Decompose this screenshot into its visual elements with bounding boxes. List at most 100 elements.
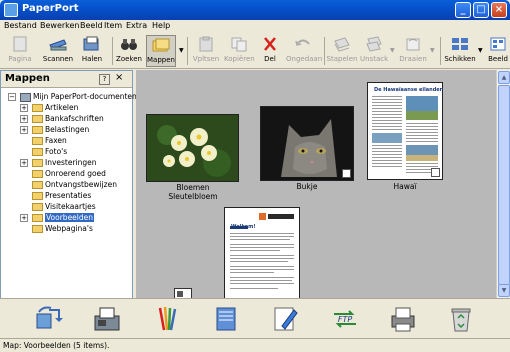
vertical-scrollbar[interactable]: ▲ ▼ — [496, 70, 510, 298]
folder-icon — [32, 181, 43, 189]
tree-item-presentaties[interactable]: Presentaties — [32, 191, 91, 202]
send-to-recycle-icon[interactable] — [446, 304, 476, 334]
toolbar-folders-button[interactable]: Mappen — [146, 35, 176, 67]
arrange-dropdown-arrow[interactable]: ▼ — [478, 47, 483, 54]
toolbar-get-button[interactable]: Halen — [78, 35, 106, 67]
send-to-editor-icon[interactable] — [270, 304, 300, 334]
toolbar-stack-button[interactable]: Stapelen — [326, 35, 358, 67]
rotate-dropdown-arrow[interactable]: ▼ — [430, 47, 435, 54]
maximize-button[interactable]: □ — [473, 2, 489, 18]
rotate-icon — [406, 38, 420, 51]
caption-hawaii: Hawaï — [393, 182, 417, 191]
tree-item-artikelen[interactable]: + Artikelen — [20, 103, 78, 114]
send-to-paint-icon[interactable] — [152, 304, 182, 334]
menu-extra[interactable]: Extra — [126, 21, 147, 30]
send-to-notes-icon[interactable] — [211, 304, 241, 334]
collapse-toggle[interactable]: − — [8, 93, 16, 101]
document-thumbnail-bloemen[interactable] — [146, 114, 239, 182]
folder-icon — [32, 203, 43, 211]
file-type-badge-icon — [431, 168, 440, 177]
status-bar: Map: Voorbeelden (5 items). — [0, 338, 510, 352]
caption-bukje: Bukje — [296, 182, 318, 191]
caption-sleutelbloem: Sleutelbloem — [168, 192, 218, 201]
paperport-app-icon — [4, 3, 18, 17]
menu-bestand[interactable]: Bestand — [4, 21, 37, 30]
paste-icon — [199, 36, 213, 52]
expand-toggle[interactable]: + — [20, 126, 28, 134]
menu-item[interactable]: Item — [104, 21, 122, 30]
svg-text:FTP: FTP — [338, 315, 352, 324]
menu-beeld[interactable]: Beeld — [80, 21, 103, 30]
tree-item-investeringen[interactable]: + Investeringen — [20, 158, 97, 169]
tree-item-ontvangstbewijzen[interactable]: Ontvangstbewijzen — [32, 180, 117, 191]
toolbar-separator — [324, 37, 325, 65]
send-to-bar: FTP — [0, 298, 510, 338]
tree-item-webpaginas[interactable]: Webpagina's — [32, 224, 93, 235]
folders-pane-title: Mappen — [5, 73, 50, 84]
toolbar-delete-button[interactable]: Del — [258, 35, 282, 67]
view-icon — [490, 37, 506, 51]
toolbar-page-button[interactable]: Pagina — [6, 35, 34, 67]
undo-icon — [295, 39, 310, 46]
tree-item-voorbeelden[interactable]: + Voorbeelden — [20, 213, 95, 224]
tree-item-onroerend-goed[interactable]: Onroerend goed — [32, 169, 106, 180]
tree-item-fotos[interactable]: Foto's — [32, 147, 67, 158]
stack-preview — [177, 291, 183, 297]
page-icon — [13, 36, 27, 52]
document-desktop[interactable]: Bloemen Sleutelbloem Bukje De Hawaïaanse… — [136, 70, 496, 300]
expand-toggle[interactable]: + — [20, 115, 28, 123]
toolbar-copy-button[interactable]: Kopiëren — [224, 35, 255, 67]
scroll-up-arrow[interactable]: ▲ — [498, 71, 510, 84]
send-to-printer-icon[interactable] — [388, 304, 418, 334]
scroll-down-arrow[interactable]: ▼ — [498, 284, 510, 297]
tree-item-visitekaartjes[interactable]: Visitekaartjes — [32, 202, 96, 213]
send-to-ftp-icon[interactable]: FTP — [330, 304, 360, 334]
toolbar: Pagina Scannen Halen Zoeken Mappen ▼ Vpl… — [0, 33, 510, 69]
welcome-heading: Welkom! — [231, 224, 256, 230]
toolbar-arrange-button[interactable]: Schikken — [444, 35, 476, 67]
send-to-fax-icon[interactable] — [92, 304, 122, 334]
minimize-button[interactable]: _ — [455, 2, 471, 18]
document-thumbnail-hawaii[interactable]: De Hawaïaanse eilanden — [367, 82, 443, 180]
help-button[interactable]: ? — [99, 74, 110, 85]
send-to-scan-icon[interactable] — [33, 304, 63, 334]
arrange-icon — [452, 38, 468, 50]
tree-item-bankafschriften[interactable]: + Bankafschriften — [20, 114, 104, 125]
tree-item-belastingen[interactable]: + Belastingen — [20, 125, 89, 136]
folder-icon — [32, 137, 43, 145]
close-pane-button[interactable]: × — [115, 72, 123, 83]
title-bar: PaperPort _ □ × — [0, 0, 510, 20]
document-thumbnail-bukje[interactable] — [260, 106, 354, 181]
folder-icon — [32, 170, 43, 178]
folder-icon — [32, 148, 43, 156]
toolbar-view-button[interactable]: Beeld — [486, 35, 510, 67]
window-title: PaperPort — [22, 3, 79, 14]
document-thumbnail-paperport-welcome[interactable]: Welkom! — [224, 207, 300, 300]
import-icon — [83, 36, 99, 51]
toolbar-paste-button[interactable]: Vpltsen — [190, 35, 222, 67]
caption-bloemen: Bloemen — [176, 183, 210, 192]
toolbar-separator — [187, 37, 188, 65]
expand-toggle[interactable]: + — [20, 159, 28, 167]
menu-help[interactable]: Help — [152, 21, 170, 30]
close-button[interactable]: × — [491, 2, 507, 18]
toolbar-scan-button[interactable]: Scannen — [42, 35, 74, 67]
delete-icon — [264, 37, 276, 51]
menu-bewerken[interactable]: Bewerken — [40, 21, 80, 30]
folder-icon — [32, 115, 43, 123]
folder-icon — [32, 104, 43, 112]
file-type-badge-icon — [342, 169, 351, 178]
tree-item-faxen[interactable]: Faxen — [32, 136, 67, 147]
toolbar-unstack-button[interactable]: Unstack — [360, 35, 388, 67]
folders-pane: Mappen ? × − Mijn PaperPort-documenten +… — [0, 70, 137, 333]
folders-dropdown-arrow[interactable]: ▼ — [179, 47, 184, 54]
folder-icon — [32, 225, 43, 233]
toolbar-rotate-button[interactable]: Draaien — [398, 35, 428, 67]
toolbar-search-button[interactable]: Zoeken — [116, 35, 142, 67]
expand-toggle[interactable]: + — [20, 104, 28, 112]
toolbar-undo-button[interactable]: Ongedaan — [286, 35, 322, 67]
tree-root[interactable]: − Mijn PaperPort-documenten — [8, 92, 137, 103]
unstack-dropdown-arrow[interactable]: ▼ — [390, 47, 395, 54]
scroll-thumb[interactable] — [498, 85, 510, 285]
expand-toggle[interactable]: + — [20, 214, 28, 222]
